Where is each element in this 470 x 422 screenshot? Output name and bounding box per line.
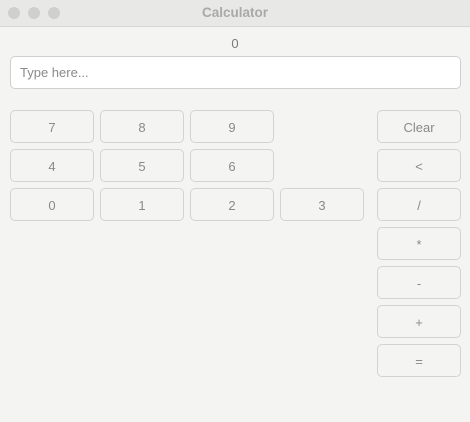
title-bar: Calculator bbox=[0, 0, 470, 27]
digit-9-button[interactable]: 9 bbox=[190, 110, 274, 143]
digit-1-button[interactable]: 1 bbox=[100, 188, 184, 221]
multiply-button[interactable]: * bbox=[377, 227, 461, 260]
digit-5-button[interactable]: 5 bbox=[100, 149, 184, 182]
expression-input[interactable] bbox=[10, 56, 461, 89]
window-title: Calculator bbox=[201, 5, 269, 20]
subtract-button[interactable]: - bbox=[377, 266, 461, 299]
backspace-button[interactable]: < bbox=[377, 149, 461, 182]
digit-4-button[interactable]: 4 bbox=[10, 149, 94, 182]
digit-7-button[interactable]: 7 bbox=[10, 110, 94, 143]
divide-button[interactable]: / bbox=[377, 188, 461, 221]
digit-6-button[interactable]: 6 bbox=[190, 149, 274, 182]
digit-0-button[interactable]: 0 bbox=[10, 188, 94, 221]
clear-button[interactable]: Clear bbox=[377, 110, 461, 143]
add-button[interactable]: + bbox=[377, 305, 461, 338]
equals-button[interactable]: = bbox=[377, 344, 461, 377]
digit-8-button[interactable]: 8 bbox=[100, 110, 184, 143]
result-display: 0 bbox=[231, 36, 239, 51]
digit-2-button[interactable]: 2 bbox=[190, 188, 274, 221]
digit-3-button[interactable]: 3 bbox=[280, 188, 364, 221]
